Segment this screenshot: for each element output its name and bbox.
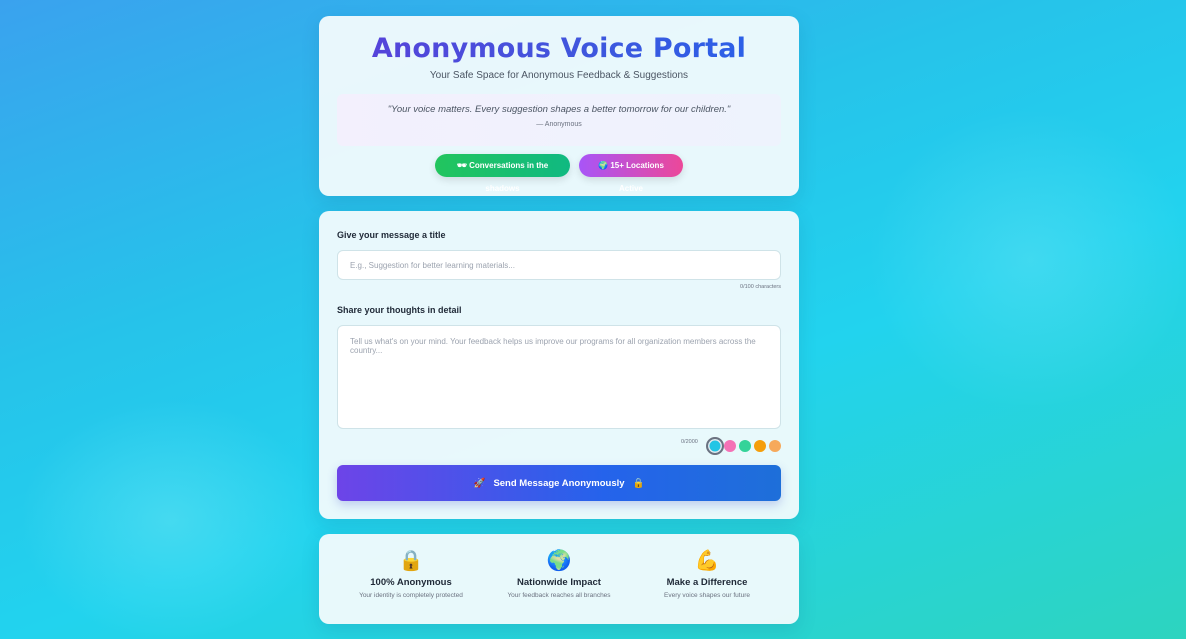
badge-label: Conversations in the shadows: [469, 161, 549, 193]
theme-color-swatch[interactable]: [706, 437, 724, 455]
message-textarea[interactable]: [337, 325, 781, 429]
badge-conversations: 🕶 Conversations in the shadows: [435, 154, 570, 193]
feature-title: Make a Difference: [666, 577, 748, 588]
header-card: Anonymous Voice Portal Your Safe Space f…: [319, 16, 799, 196]
feature-list: 🔒 100% Anonymous Your identity is comple…: [319, 534, 799, 599]
theme-color-swatch[interactable]: [754, 440, 766, 452]
globe-icon: 🌍: [546, 550, 572, 572]
feature-description: Every voice shapes our future: [664, 592, 750, 599]
rocket-icon: 🚀: [473, 477, 486, 489]
page-subtitle: Your Safe Space for Anonymous Feedback &…: [429, 70, 689, 81]
feature-title: 100% Anonymous: [370, 577, 452, 588]
features-card: 🔒 100% Anonymous Your identity is comple…: [319, 534, 799, 624]
message-form: Give your message a title 0/100 characte…: [319, 211, 799, 519]
background-glow: [20, 400, 320, 639]
sunglasses-icon: 🕶: [456, 161, 467, 170]
title-label: Give your message a title: [337, 230, 446, 240]
globe-icon: 🌍: [598, 161, 609, 170]
feature-difference: 💪 Make a Difference Every voice shapes o…: [633, 548, 781, 599]
feature-title: Nationwide Impact: [517, 577, 601, 588]
quote-text: "Your voice matters. Every suggestion sh…: [387, 104, 731, 115]
title-char-counter: 0/100 characters: [740, 284, 781, 290]
feature-anonymous: 🔒 100% Anonymous Your identity is comple…: [337, 548, 485, 599]
message-label: Share your thoughts in detail: [337, 305, 462, 315]
background-glow: [870, 110, 1186, 410]
flexed-arm-icon: 💪: [694, 550, 720, 572]
quote-box: "Your voice matters. Every suggestion sh…: [337, 94, 781, 146]
message-char-counter: 0/2000: [681, 439, 698, 445]
badge-label: 15+ Locations Active: [610, 161, 664, 193]
send-anonymously-button[interactable]: 🚀 Send Message Anonymously 🔒: [337, 465, 781, 501]
feature-description: Your feedback reaches all branches: [507, 592, 611, 599]
page-title: Anonymous Voice Portal: [319, 32, 799, 66]
feature-description: Your identity is completely protected: [359, 592, 463, 599]
badge-locations: 🌍 15+ Locations Active: [579, 154, 683, 193]
theme-color-swatch[interactable]: [769, 440, 781, 452]
badge-row: 🕶 Conversations in the shadows 🌍 15+ Loc…: [319, 154, 799, 193]
lock-icon: 🔒: [398, 550, 424, 572]
feature-nationwide: 🌍 Nationwide Impact Your feedback reache…: [485, 548, 633, 599]
theme-color-swatch[interactable]: [739, 440, 751, 452]
title-input[interactable]: [337, 250, 781, 280]
lock-icon: 🔒: [632, 477, 645, 489]
theme-color-swatch[interactable]: [724, 440, 736, 452]
quote-author: — Anonymous: [536, 121, 582, 128]
send-button-label: Send Message Anonymously: [493, 477, 625, 489]
